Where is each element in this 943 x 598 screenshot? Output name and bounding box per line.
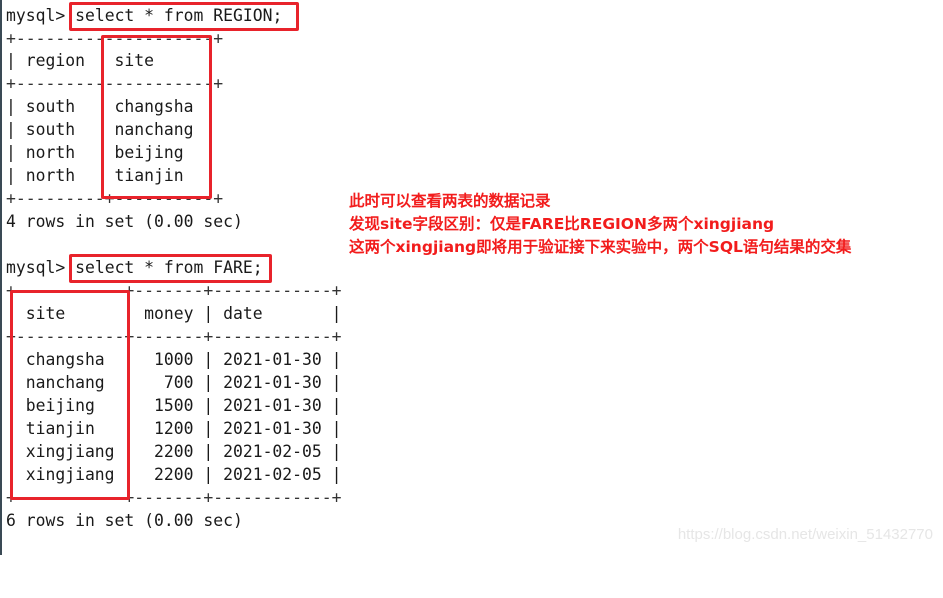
query-1-result: 4 rows in set (0.00 sec): [6, 212, 243, 231]
prompt: mysql>: [6, 258, 66, 277]
annotation-line-3: 这两个xingjiang即将用于验证接下来实验中，两个SQL语句结果的交集: [349, 238, 852, 256]
annotation-line-2: 发现site字段区别：仅是FARE比REGION多两个xingjiang: [349, 215, 775, 233]
highlight-fare-site-column: [10, 290, 130, 500]
highlight-region-site-column: [101, 35, 212, 199]
watermark: https://blog.csdn.net/weixin_51432770: [677, 526, 933, 543]
window-left-border: [0, 0, 2, 555]
highlight-query-2: [69, 254, 272, 283]
annotation-line-1: 此时可以查看两表的数据记录: [349, 192, 551, 210]
prompt: mysql>: [6, 6, 66, 25]
query-2-result: 6 rows in set (0.00 sec): [6, 511, 243, 530]
annotation-note: 此时可以查看两表的数据记录 发现site字段区别：仅是FARE比REGION多两…: [349, 190, 851, 259]
highlight-query-1: [69, 2, 299, 31]
